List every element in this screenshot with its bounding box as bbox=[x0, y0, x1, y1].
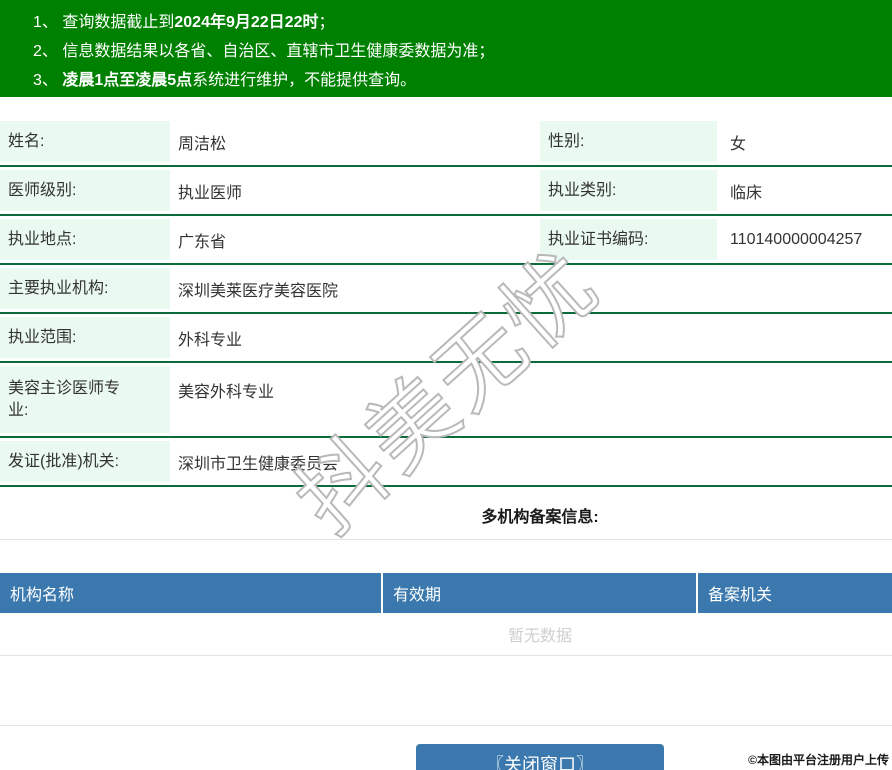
info-row: 姓名: 周洁松 性别: 女 bbox=[0, 118, 892, 167]
info-value: 女 bbox=[730, 135, 747, 153]
org-column-header: 备案机关 bbox=[708, 587, 773, 604]
info-label: 姓名: bbox=[0, 121, 170, 162]
section-heading: 多机构备案信息: bbox=[0, 487, 892, 540]
notice-list: 1、 查询数据截止到2024年9月22日22时； 2、 信息数据结果以各省、自治区… bbox=[33, 8, 892, 95]
info-label: 医师级别: bbox=[0, 170, 170, 211]
notice-line: 3、 凌晨1点至凌晨5点系统进行维护，不能提供查询。 bbox=[33, 72, 417, 89]
org-table-header: 机构名称 有效期 备案机关 bbox=[0, 573, 892, 613]
info-row: 医师级别: 执业医师 执业类别: 临床 bbox=[0, 167, 892, 216]
empty-state: 暂无数据 bbox=[0, 613, 892, 656]
info-label: 发证(批准)机关: bbox=[0, 441, 170, 482]
copyright-watermark: ©本图由平台注册用户上传 bbox=[748, 753, 889, 767]
info-label: 执业范围: bbox=[0, 317, 170, 358]
info-value: 110140000004257 bbox=[730, 230, 863, 248]
info-value: 执业医师 bbox=[178, 184, 243, 202]
info-value: 临床 bbox=[730, 184, 763, 202]
info-value: 周洁松 bbox=[178, 135, 227, 153]
info-label: 执业证书编码: bbox=[540, 219, 717, 260]
info-value: 深圳市卫生健康委员会 bbox=[178, 455, 339, 473]
info-row: 美容主诊医师专业: 美容外科专业 bbox=[0, 363, 892, 438]
info-value: 深圳美莱医疗美容医院 bbox=[178, 282, 339, 300]
info-value: 广东省 bbox=[178, 233, 227, 251]
doctor-info-table: 姓名: 周洁松 性别: 女医师级别: 执业医师 执业类别: 临床执业地点: 广东省 执业证书编码… bbox=[0, 118, 892, 487]
info-row: 执业地点: 广东省 执业证书编码: 110140000004257 bbox=[0, 216, 892, 265]
footer-divider bbox=[0, 725, 892, 726]
info-value: 外科专业 bbox=[178, 331, 243, 349]
info-label: 主要执业机构: bbox=[0, 268, 170, 309]
info-row: 执业范围: 外科专业 bbox=[0, 314, 892, 363]
notice-line: 1、 查询数据截止到2024年9月22日22时； bbox=[33, 14, 335, 31]
org-column-header: 机构名称 bbox=[0, 573, 383, 613]
info-label: 美容主诊医师专业: bbox=[0, 366, 170, 433]
page: 1、 查询数据截止到2024年9月22日22时； 2、 信息数据结果以各省、自治区… bbox=[0, 0, 892, 770]
notice-banner: 1、 查询数据截止到2024年9月22日22时； 2、 信息数据结果以各省、自治区… bbox=[0, 0, 892, 97]
org-column-header: 有效期 bbox=[383, 573, 698, 613]
info-label: 执业地点: bbox=[0, 219, 170, 260]
info-row: 发证(批准)机关: 深圳市卫生健康委员会 bbox=[0, 438, 892, 487]
info-row: 主要执业机构: 深圳美莱医疗美容医院 bbox=[0, 265, 892, 314]
info-label: 性别: bbox=[540, 121, 717, 162]
close-window-button[interactable]: 〖关闭窗口〗 bbox=[416, 744, 664, 770]
info-value: 美容外科专业 bbox=[178, 384, 275, 401]
info-label: 执业类别: bbox=[540, 170, 717, 211]
notice-line: 2、 信息数据结果以各省、自治区、直辖市卫生健康委数据为准； bbox=[33, 43, 495, 60]
